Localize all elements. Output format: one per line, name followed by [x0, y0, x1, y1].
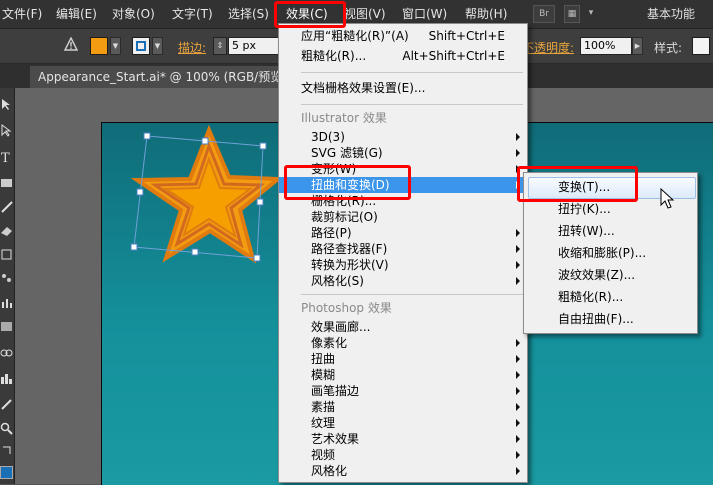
- illustrator-effects-header: Illustrator 效果: [301, 111, 387, 125]
- effect-warp-item[interactable]: 变形(W): [279, 161, 527, 177]
- svg-text:T: T: [1, 151, 10, 163]
- zoom-tool-icon[interactable]: [0, 422, 13, 435]
- menu-effect[interactable]: 效果(C): [286, 5, 328, 23]
- effect-menu: 应用“粗糙化(R)”(A) Shift+Ctrl+E 粗糙化(R)... Alt…: [278, 23, 528, 483]
- direct-selection-tool-icon[interactable]: [0, 124, 13, 137]
- submenu-arrow-icon: [516, 181, 520, 189]
- menu-separator: [301, 294, 523, 295]
- ps-video-item[interactable]: 视频: [279, 447, 527, 463]
- photoshop-effects-header: Photoshop 效果: [301, 301, 392, 315]
- effect-svg-filters-item[interactable]: SVG 滤镜(G): [279, 145, 527, 161]
- menu-file[interactable]: 文件(F): [2, 5, 42, 23]
- opacity-label[interactable]: 不透明度:: [522, 39, 574, 56]
- submenu-arrow-icon: [516, 355, 520, 363]
- twist-item[interactable]: 扭转(W)...: [524, 221, 697, 242]
- warning-icon: [64, 37, 78, 51]
- effect-pathfinder-item[interactable]: 路径查找器(F): [279, 241, 527, 257]
- submenu-arrow-icon: [516, 387, 520, 395]
- submenu-arrow-icon: [516, 229, 520, 237]
- rectangle-tool-icon[interactable]: [0, 176, 13, 189]
- menu-help[interactable]: 帮助(H): [465, 5, 507, 23]
- graphic-style-swatch[interactable]: [692, 37, 710, 55]
- column-graph-tool-icon[interactable]: [0, 372, 13, 385]
- gradient-tool-icon[interactable]: [0, 320, 13, 333]
- effect-3d-item[interactable]: 3D(3): [279, 129, 527, 145]
- menu-separator: [301, 72, 523, 73]
- fill-dropdown-icon[interactable]: ▼: [110, 37, 121, 55]
- stroke-label[interactable]: 描边:: [178, 39, 206, 56]
- submenu-arrow-icon: [516, 339, 520, 347]
- fill-swatch[interactable]: [90, 37, 108, 55]
- pucker-bloat-item[interactable]: 收缩和膨胀(P)...: [524, 243, 697, 264]
- effect-rasterize-item[interactable]: 栅格化(R)...: [279, 193, 527, 209]
- apply-last-effect-item[interactable]: 应用“粗糙化(R)”(A) Shift+Ctrl+E: [279, 28, 527, 44]
- brush-tool-icon[interactable]: [0, 200, 13, 213]
- ps-blur-item[interactable]: 模糊: [279, 367, 527, 383]
- last-effect-item[interactable]: 粗糙化(R)... Alt+Shift+Ctrl+E: [279, 48, 527, 64]
- free-distort-item[interactable]: 自由扭曲(F)...: [524, 309, 697, 330]
- blend-tool-icon[interactable]: [0, 346, 13, 359]
- free-transform-tool-icon[interactable]: [0, 248, 13, 261]
- workspace-switcher[interactable]: 基本功能: [647, 5, 695, 23]
- stroke-dropdown-icon[interactable]: ▼: [152, 37, 163, 55]
- submenu-arrow-icon: [516, 403, 520, 411]
- submenu-arrow-icon: [516, 149, 520, 157]
- stroke-weight-input[interactable]: 5 px: [228, 37, 282, 55]
- effect-path-item[interactable]: 路径(P): [279, 225, 527, 241]
- ps-texture-item[interactable]: 纹理: [279, 415, 527, 431]
- raster-effects-settings-item[interactable]: 文档栅格效果设置(E)...: [279, 80, 527, 96]
- roughen-item[interactable]: 粗糙化(R)...: [524, 287, 697, 308]
- menu-window[interactable]: 窗口(W): [402, 5, 447, 23]
- zig-zag-item[interactable]: 波纹效果(Z)...: [524, 265, 697, 286]
- menu-select[interactable]: 选择(S): [228, 5, 269, 23]
- effect-convert-to-shape-item[interactable]: 转换为形状(V): [279, 257, 527, 273]
- arrange-docs-icon[interactable]: ▦: [564, 5, 580, 23]
- ps-artistic-item[interactable]: 艺术效果: [279, 431, 527, 447]
- ps-brush-strokes-item[interactable]: 画笔描边: [279, 383, 527, 399]
- ps-distort-item[interactable]: 扭曲: [279, 351, 527, 367]
- star-artwork[interactable]: [120, 122, 280, 272]
- ps-sketch-item[interactable]: 素描: [279, 399, 527, 415]
- arrange-docs-dropdown-icon[interactable]: ▾: [584, 5, 598, 23]
- swap-fill-stroke-icon[interactable]: [0, 444, 13, 457]
- submenu-arrow-icon: [516, 435, 520, 443]
- document-tab[interactable]: Appearance_Start.ai* @ 100% (RGB/预览): [30, 66, 295, 88]
- tools-panel: T: [0, 88, 15, 484]
- slice-tool-icon[interactable]: [0, 398, 13, 411]
- submenu-arrow-icon: [516, 371, 520, 379]
- submenu-arrow-icon: [516, 451, 520, 459]
- opacity-dropdown-icon[interactable]: ▶: [632, 37, 643, 55]
- ps-stylize-item[interactable]: 风格化: [279, 463, 527, 479]
- selection-tool-icon[interactable]: [0, 98, 13, 111]
- submenu-arrow-icon: [516, 261, 520, 269]
- mouse-cursor-icon: [660, 188, 675, 209]
- menu-separator: [301, 104, 523, 105]
- menu-object[interactable]: 对象(O): [112, 5, 155, 23]
- menu-type[interactable]: 文字(T): [172, 5, 213, 23]
- submenu-arrow-icon: [516, 467, 520, 475]
- submenu-arrow-icon: [516, 277, 520, 285]
- fill-stroke-indicator[interactable]: [0, 466, 13, 479]
- submenu-arrow-icon: [516, 245, 520, 253]
- type-tool-icon[interactable]: T: [0, 150, 13, 163]
- effect-stylize-item[interactable]: 风格化(S): [279, 273, 527, 289]
- stroke-stepper[interactable]: ⇕: [213, 37, 227, 55]
- graph-tool-icon[interactable]: [0, 296, 13, 309]
- ps-pixelate-item[interactable]: 像素化: [279, 335, 527, 351]
- effect-crop-marks-item[interactable]: 裁剪标记(O): [279, 209, 527, 225]
- opacity-input[interactable]: 100%: [580, 37, 632, 55]
- symbol-sprayer-tool-icon[interactable]: [0, 272, 13, 285]
- style-label: 样式:: [654, 41, 683, 55]
- effect-distort-transform-item[interactable]: 扭曲和变换(D): [279, 177, 527, 193]
- submenu-arrow-icon: [516, 419, 520, 427]
- stroke-swatch[interactable]: [132, 37, 150, 55]
- ps-effect-gallery-item[interactable]: 效果画廊...: [279, 319, 527, 335]
- menu-edit[interactable]: 编辑(E): [56, 5, 97, 23]
- bridge-icon[interactable]: Br: [533, 5, 555, 23]
- submenu-arrow-icon: [516, 165, 520, 173]
- menu-view[interactable]: 视图(V): [344, 5, 386, 23]
- submenu-arrow-icon: [516, 133, 520, 141]
- eraser-tool-icon[interactable]: [0, 224, 13, 237]
